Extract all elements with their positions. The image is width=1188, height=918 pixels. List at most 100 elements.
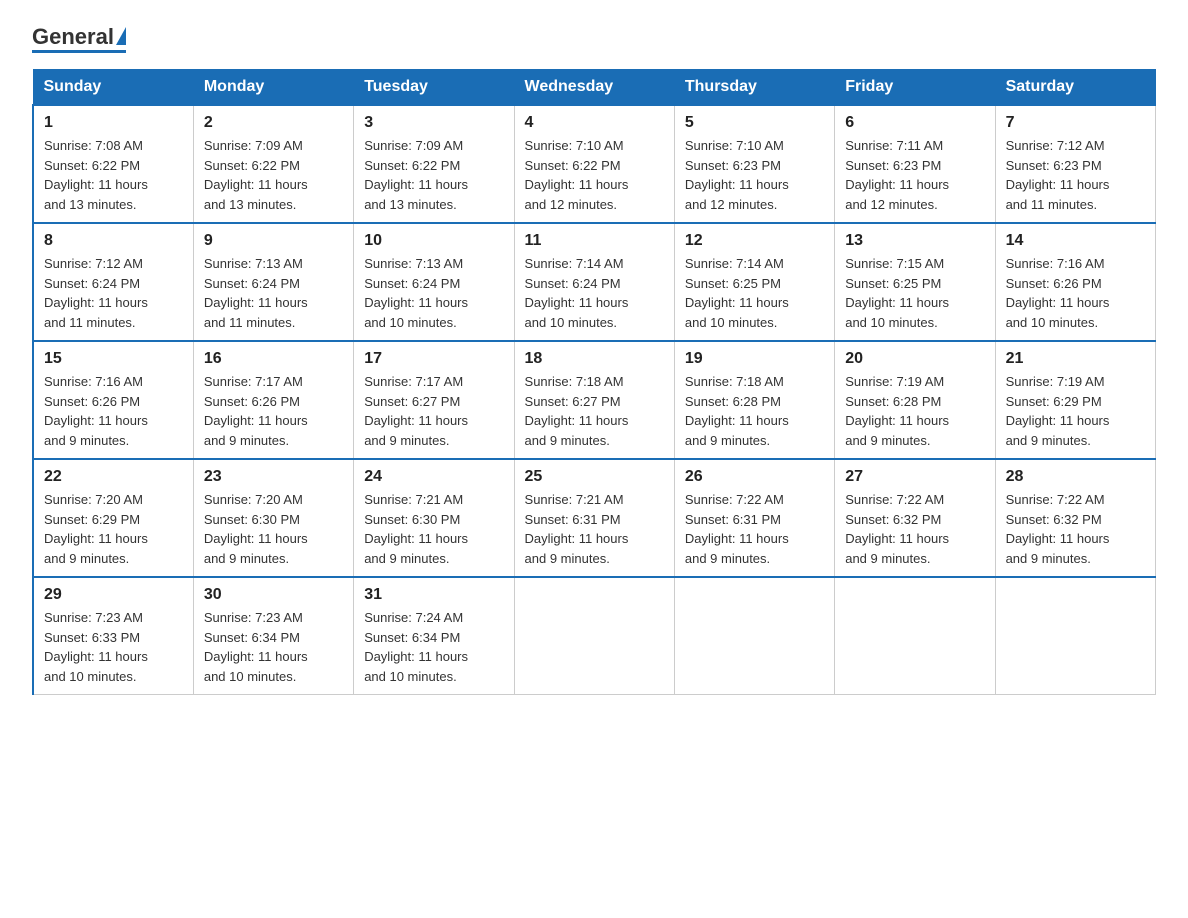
day-number: 17 <box>364 350 503 368</box>
day-info: Sunrise: 7:20 AMSunset: 6:30 PMDaylight:… <box>204 492 308 566</box>
day-number: 30 <box>204 586 343 604</box>
week-row-4: 22 Sunrise: 7:20 AMSunset: 6:29 PMDaylig… <box>33 459 1156 577</box>
col-header-sunday: Sunday <box>33 70 193 106</box>
day-number: 13 <box>845 232 984 250</box>
day-number: 12 <box>685 232 824 250</box>
day-number: 25 <box>525 468 664 486</box>
day-info: Sunrise: 7:24 AMSunset: 6:34 PMDaylight:… <box>364 610 468 684</box>
calendar-cell: 11 Sunrise: 7:14 AMSunset: 6:24 PMDaylig… <box>514 223 674 341</box>
day-number: 31 <box>364 586 503 604</box>
calendar-cell <box>995 577 1155 695</box>
col-header-tuesday: Tuesday <box>354 70 514 106</box>
day-info: Sunrise: 7:13 AMSunset: 6:24 PMDaylight:… <box>364 256 468 330</box>
day-number: 14 <box>1006 232 1145 250</box>
day-info: Sunrise: 7:12 AMSunset: 6:23 PMDaylight:… <box>1006 138 1110 212</box>
col-header-wednesday: Wednesday <box>514 70 674 106</box>
calendar-cell: 9 Sunrise: 7:13 AMSunset: 6:24 PMDayligh… <box>193 223 353 341</box>
day-number: 26 <box>685 468 824 486</box>
day-number: 2 <box>204 114 343 132</box>
calendar-cell: 15 Sunrise: 7:16 AMSunset: 6:26 PMDaylig… <box>33 341 193 459</box>
day-info: Sunrise: 7:17 AMSunset: 6:27 PMDaylight:… <box>364 374 468 448</box>
calendar-cell: 2 Sunrise: 7:09 AMSunset: 6:22 PMDayligh… <box>193 105 353 223</box>
day-number: 18 <box>525 350 664 368</box>
day-info: Sunrise: 7:11 AMSunset: 6:23 PMDaylight:… <box>845 138 949 212</box>
day-number: 10 <box>364 232 503 250</box>
day-number: 28 <box>1006 468 1145 486</box>
calendar-cell: 14 Sunrise: 7:16 AMSunset: 6:26 PMDaylig… <box>995 223 1155 341</box>
day-number: 5 <box>685 114 824 132</box>
col-header-monday: Monday <box>193 70 353 106</box>
day-info: Sunrise: 7:10 AMSunset: 6:22 PMDaylight:… <box>525 138 629 212</box>
calendar-cell: 17 Sunrise: 7:17 AMSunset: 6:27 PMDaylig… <box>354 341 514 459</box>
calendar-cell: 18 Sunrise: 7:18 AMSunset: 6:27 PMDaylig… <box>514 341 674 459</box>
day-number: 15 <box>44 350 183 368</box>
calendar-cell: 31 Sunrise: 7:24 AMSunset: 6:34 PMDaylig… <box>354 577 514 695</box>
calendar-cell: 26 Sunrise: 7:22 AMSunset: 6:31 PMDaylig… <box>674 459 834 577</box>
day-number: 27 <box>845 468 984 486</box>
day-number: 24 <box>364 468 503 486</box>
day-number: 22 <box>44 468 183 486</box>
calendar-cell: 30 Sunrise: 7:23 AMSunset: 6:34 PMDaylig… <box>193 577 353 695</box>
day-info: Sunrise: 7:14 AMSunset: 6:24 PMDaylight:… <box>525 256 629 330</box>
calendar-cell <box>514 577 674 695</box>
day-info: Sunrise: 7:09 AMSunset: 6:22 PMDaylight:… <box>364 138 468 212</box>
calendar-cell: 13 Sunrise: 7:15 AMSunset: 6:25 PMDaylig… <box>835 223 995 341</box>
day-number: 6 <box>845 114 984 132</box>
calendar-cell: 4 Sunrise: 7:10 AMSunset: 6:22 PMDayligh… <box>514 105 674 223</box>
day-number: 23 <box>204 468 343 486</box>
week-row-2: 8 Sunrise: 7:12 AMSunset: 6:24 PMDayligh… <box>33 223 1156 341</box>
day-number: 21 <box>1006 350 1145 368</box>
calendar-cell: 28 Sunrise: 7:22 AMSunset: 6:32 PMDaylig… <box>995 459 1155 577</box>
day-number: 19 <box>685 350 824 368</box>
day-number: 4 <box>525 114 664 132</box>
calendar-cell <box>835 577 995 695</box>
day-info: Sunrise: 7:19 AMSunset: 6:29 PMDaylight:… <box>1006 374 1110 448</box>
day-info: Sunrise: 7:14 AMSunset: 6:25 PMDaylight:… <box>685 256 789 330</box>
day-info: Sunrise: 7:13 AMSunset: 6:24 PMDaylight:… <box>204 256 308 330</box>
day-info: Sunrise: 7:18 AMSunset: 6:27 PMDaylight:… <box>525 374 629 448</box>
day-number: 3 <box>364 114 503 132</box>
calendar-cell: 5 Sunrise: 7:10 AMSunset: 6:23 PMDayligh… <box>674 105 834 223</box>
day-number: 20 <box>845 350 984 368</box>
calendar-cell: 25 Sunrise: 7:21 AMSunset: 6:31 PMDaylig… <box>514 459 674 577</box>
day-info: Sunrise: 7:18 AMSunset: 6:28 PMDaylight:… <box>685 374 789 448</box>
day-info: Sunrise: 7:08 AMSunset: 6:22 PMDaylight:… <box>44 138 148 212</box>
calendar-cell: 8 Sunrise: 7:12 AMSunset: 6:24 PMDayligh… <box>33 223 193 341</box>
calendar-table: SundayMondayTuesdayWednesdayThursdayFrid… <box>32 69 1156 695</box>
calendar-cell: 23 Sunrise: 7:20 AMSunset: 6:30 PMDaylig… <box>193 459 353 577</box>
calendar-cell: 27 Sunrise: 7:22 AMSunset: 6:32 PMDaylig… <box>835 459 995 577</box>
day-info: Sunrise: 7:10 AMSunset: 6:23 PMDaylight:… <box>685 138 789 212</box>
day-number: 1 <box>44 114 183 132</box>
day-info: Sunrise: 7:15 AMSunset: 6:25 PMDaylight:… <box>845 256 949 330</box>
day-info: Sunrise: 7:22 AMSunset: 6:32 PMDaylight:… <box>1006 492 1110 566</box>
col-header-saturday: Saturday <box>995 70 1155 106</box>
day-number: 7 <box>1006 114 1145 132</box>
calendar-cell: 6 Sunrise: 7:11 AMSunset: 6:23 PMDayligh… <box>835 105 995 223</box>
day-info: Sunrise: 7:17 AMSunset: 6:26 PMDaylight:… <box>204 374 308 448</box>
calendar-cell: 7 Sunrise: 7:12 AMSunset: 6:23 PMDayligh… <box>995 105 1155 223</box>
day-number: 9 <box>204 232 343 250</box>
calendar-cell: 1 Sunrise: 7:08 AMSunset: 6:22 PMDayligh… <box>33 105 193 223</box>
day-number: 16 <box>204 350 343 368</box>
calendar-cell: 20 Sunrise: 7:19 AMSunset: 6:28 PMDaylig… <box>835 341 995 459</box>
calendar-cell: 12 Sunrise: 7:14 AMSunset: 6:25 PMDaylig… <box>674 223 834 341</box>
calendar-header-row: SundayMondayTuesdayWednesdayThursdayFrid… <box>33 70 1156 106</box>
day-info: Sunrise: 7:12 AMSunset: 6:24 PMDaylight:… <box>44 256 148 330</box>
week-row-5: 29 Sunrise: 7:23 AMSunset: 6:33 PMDaylig… <box>33 577 1156 695</box>
day-info: Sunrise: 7:16 AMSunset: 6:26 PMDaylight:… <box>1006 256 1110 330</box>
day-info: Sunrise: 7:16 AMSunset: 6:26 PMDaylight:… <box>44 374 148 448</box>
week-row-1: 1 Sunrise: 7:08 AMSunset: 6:22 PMDayligh… <box>33 105 1156 223</box>
logo: General <box>32 24 126 53</box>
calendar-cell: 3 Sunrise: 7:09 AMSunset: 6:22 PMDayligh… <box>354 105 514 223</box>
day-number: 11 <box>525 232 664 250</box>
calendar-cell: 29 Sunrise: 7:23 AMSunset: 6:33 PMDaylig… <box>33 577 193 695</box>
col-header-thursday: Thursday <box>674 70 834 106</box>
calendar-cell: 10 Sunrise: 7:13 AMSunset: 6:24 PMDaylig… <box>354 223 514 341</box>
day-info: Sunrise: 7:19 AMSunset: 6:28 PMDaylight:… <box>845 374 949 448</box>
day-info: Sunrise: 7:21 AMSunset: 6:30 PMDaylight:… <box>364 492 468 566</box>
day-number: 8 <box>44 232 183 250</box>
logo-text: General <box>32 24 126 50</box>
logo-triangle-icon <box>116 27 126 45</box>
calendar-cell: 16 Sunrise: 7:17 AMSunset: 6:26 PMDaylig… <box>193 341 353 459</box>
page-header: General <box>32 24 1156 53</box>
